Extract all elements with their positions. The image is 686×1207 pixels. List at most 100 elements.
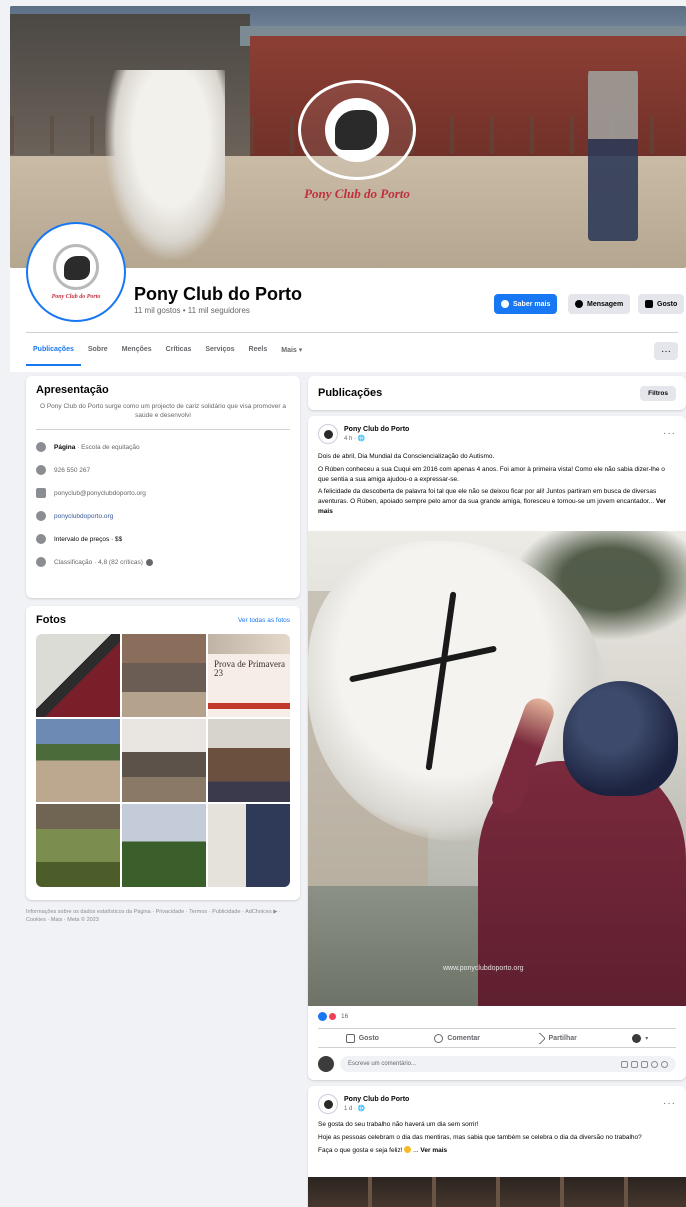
messenger-icon [575,300,583,308]
page-header: Pony Club do Porto Pony Club do Porto 11… [10,224,686,372]
avatar-sticker-icon[interactable] [661,1060,668,1068]
post-avatar[interactable] [318,1094,338,1114]
price-range-text: Intervalo de preços · $$ [54,535,123,543]
filters-label: Filtros [648,389,668,397]
message-label: Mensagem [587,300,624,308]
category-text: · Escola de equitação [75,443,140,451]
tab-reviews[interactable]: Críticas [159,338,199,366]
post-options-icon[interactable]: ··· [663,1098,676,1109]
photos-title: Fotos [36,614,66,626]
see-all-photos-link[interactable]: Ver todas as fotos [238,617,290,624]
poster-header [208,634,290,654]
photos-card: Fotos Ver todas as fotos Prova de Primav… [26,606,300,900]
photo-thumbnail[interactable] [208,804,290,887]
footer-links[interactable]: Informações sobre os dados estatísticos … [26,908,294,925]
post-header: Pony Club do Porto 4 h · 🌐 [318,424,409,444]
cover-logo-text: Pony Club do Porto [304,186,410,201]
club-logo-emblem [298,80,416,180]
post-text: Dois de abril, Dia Mundial da Conscienci… [318,452,676,520]
intro-title: Apresentação [36,384,109,396]
see-more-link[interactable]: Ver mais [420,1147,447,1154]
post-paragraph: O Rúben conheceu a sua Cuqui em 2016 com… [318,465,665,483]
share-label: Partilhar [548,1034,577,1042]
post-time[interactable]: 1 d · 🌐 [344,1105,409,1112]
like-button[interactable]: Gosto [345,1033,379,1043]
price-icon [36,534,46,545]
page-stats[interactable]: 11 mil gostos • 11 mil seguidores [134,306,250,315]
smiley-emoji-icon [404,1146,412,1154]
tab-about[interactable]: Sobre [81,338,115,366]
share-button[interactable]: Partilhar [533,1031,577,1045]
reaction-selector[interactable]: ▾ [632,1033,649,1043]
post-actions: Gosto Comentar Partilhar ▾ [318,1028,676,1048]
comment-composer: Escreve um comentário... [318,1054,676,1074]
comment-placeholder: Escreve um comentário... [348,1061,417,1067]
chevron-down-icon: ▾ [645,1035,649,1042]
photo-thumbnail[interactable] [122,719,206,802]
info-price-range: Intervalo de preços · $$ [36,528,290,551]
comment-input[interactable]: Escreve um comentário... [340,1056,676,1072]
reactions-summary[interactable]: 16 [318,1012,348,1021]
page-tabs: Publicações Sobre Menções Críticas Servi… [26,338,309,366]
photo-thumbnail[interactable] [208,719,290,802]
like-page-button[interactable]: Gosto [638,294,685,314]
share-icon [533,1031,547,1045]
post-text: Se gosta do seu trabalho não haverá um d… [318,1120,676,1158]
comment-icon [434,1033,444,1043]
avatar-text: Pony Club do Porto [51,294,101,300]
header-divider [26,332,678,333]
star-icon [36,557,46,568]
photo-thumbnail[interactable] [122,634,206,717]
tab-publications[interactable]: Publicações [26,338,81,366]
filters-button[interactable]: Filtros [640,385,676,401]
category-prefix: Página [54,443,76,451]
like-reaction-icon [318,1012,327,1021]
phone-text[interactable]: 926 550 267 [54,467,90,474]
photo-thumbnail[interactable] [122,804,206,887]
email-text[interactable]: ponyclub@ponyclubdoporto.org [54,490,146,497]
learn-more-button[interactable]: Saber mais [494,294,558,314]
post-image[interactable] [308,1177,686,1207]
intro-card: Apresentação O Pony Club do Porto surge … [26,376,300,598]
more-options-button[interactable]: ··· [654,342,678,360]
info-phone: 926 550 267 [36,459,290,482]
post-time[interactable]: 4 h · 🌐 [344,435,409,442]
sticker-icon[interactable] [621,1060,628,1068]
tab-services[interactable]: Serviços [198,338,241,366]
post-author[interactable]: Pony Club do Porto [344,426,409,433]
cover-horse [105,70,225,260]
post-paragraph: Hoje as pessoas celebram o dia das menti… [318,1133,642,1141]
emoji-icon[interactable] [651,1060,658,1068]
post-options-icon[interactable]: ··· [663,428,676,439]
info-email: ponyclub@ponyclubdoporto.org [36,482,290,505]
rating-text[interactable]: Classificação · 4,8 (82 críticas) [54,559,143,566]
message-button[interactable]: Mensagem [568,294,631,314]
cover-trainer [588,56,638,241]
gif-icon[interactable] [641,1060,648,1068]
comment-button[interactable]: Comentar [434,1033,480,1043]
cover-photo[interactable]: Pony Club do Porto [10,6,686,268]
post-avatar[interactable] [318,424,338,444]
avatar[interactable]: Pony Club do Porto [28,224,124,320]
like-page-label: Gosto [657,300,678,308]
tab-mentions[interactable]: Menções [115,338,159,366]
info-circle-icon[interactable] [145,558,153,566]
facebook-page: Pony Club do Porto Pony Club do Porto Po… [10,6,686,1207]
photo-thumbnail[interactable]: Prova de Primavera 23 [208,634,290,717]
tab-more[interactable]: Mais ▾ [274,338,309,366]
website-link[interactable]: ponyclubdoporto.org [54,513,113,520]
photo-thumbnail[interactable] [36,804,120,887]
photo-thumbnail[interactable] [36,719,120,802]
post-image[interactable]: www.ponyclubdoporto.org [308,531,686,1006]
post-paragraph: A felicidade da descoberta de palavra fo… [318,488,657,505]
reactions-count: 16 [341,1013,349,1020]
horse-head-icon [325,98,389,162]
page-title[interactable]: Pony Club do Porto [134,284,302,305]
camera-icon[interactable] [631,1060,638,1068]
photo-thumbnail[interactable] [36,634,120,717]
thumbs-up-icon [345,1033,355,1043]
post-author[interactable]: Pony Club do Porto [344,1096,409,1103]
thumbs-up-icon [645,300,653,308]
love-reaction-icon [328,1012,337,1021]
tab-reels[interactable]: Reels [242,338,275,366]
